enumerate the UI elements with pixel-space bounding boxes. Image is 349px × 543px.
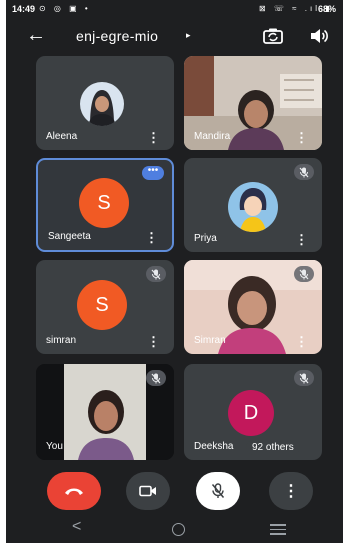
chevron-right-icon[interactable]: ▸ (186, 30, 191, 41)
avatar (228, 182, 278, 232)
more-vert-icon[interactable]: ⋮ (145, 231, 158, 244)
speaker-icon[interactable] (308, 26, 330, 46)
camera-toggle-button[interactable] (126, 472, 170, 510)
status-bar: 14:49 ⊙ ◎ ▣ • ⊠ ☏ ≈ .ıl ▮ 68% (6, 0, 343, 20)
participant-name: Mandira (194, 131, 231, 142)
participant-tile-priya[interactable]: Priya ⋮ (184, 158, 322, 252)
participant-name: Aleena (46, 131, 78, 142)
participant-tile-aleena[interactable]: Aleena ⋮ (36, 56, 174, 150)
mic-toggle-button[interactable] (196, 472, 240, 510)
avatar: S (79, 178, 129, 228)
more-options-button[interactable]: ⋮ (269, 472, 313, 510)
videocam-icon (139, 485, 156, 497)
status-time: 14:49 (12, 4, 36, 14)
more-vert-icon[interactable]: ⋮ (295, 233, 308, 246)
mic-off-icon (294, 164, 314, 180)
participant-name: Priya (194, 233, 217, 244)
participant-tile-you[interactable]: You (36, 364, 174, 460)
more-vert-icon[interactable]: ⋮ (147, 335, 160, 348)
avatar: S (77, 280, 127, 330)
avatar: D (228, 390, 274, 436)
participant-name: Deeksha (194, 441, 234, 452)
end-call-button[interactable] (47, 472, 101, 510)
end-call-icon (65, 488, 83, 495)
speaking-indicator-icon: ••• (142, 166, 164, 180)
notification-icons: ⊙ ◎ ▣ • (39, 4, 91, 13)
nav-back-icon[interactable]: < (72, 518, 81, 536)
participant-tile-simran-video[interactable]: Simran ⋮ (184, 260, 322, 354)
participant-tile-mandira[interactable]: Mandira ⋮ (184, 56, 322, 150)
call-controls: ⋮ (6, 472, 343, 512)
mic-off-icon (294, 370, 314, 386)
arrow-back-icon[interactable]: ← (26, 25, 46, 45)
mic-off-icon (146, 370, 166, 386)
participant-tile-simran[interactable]: S simran ⋮ (36, 260, 174, 354)
system-nav-bar: < (6, 516, 343, 543)
meeting-top-bar: ← enj-egre-mio ▸ (6, 22, 343, 52)
participant-name: simran (46, 335, 77, 346)
mic-off-icon (146, 266, 166, 282)
nav-home-icon[interactable] (172, 523, 185, 536)
phone-screen: 14:49 ⊙ ◎ ▣ • ⊠ ☏ ≈ .ıl ▮ 68% ← enj-egre… (6, 0, 343, 543)
avatar (80, 82, 124, 126)
participant-tile-deeksha[interactable]: D Deeksha 92 others (184, 364, 322, 460)
participant-name: Simran (194, 335, 226, 346)
participant-name: You (46, 441, 63, 452)
more-vert-icon[interactable]: ⋮ (147, 131, 160, 144)
participant-tile-sangeeta[interactable]: ••• S Sangeeta ⋮ (36, 158, 174, 252)
more-vert-icon[interactable]: ⋮ (295, 335, 308, 348)
switch-camera-icon[interactable] (262, 26, 284, 46)
meeting-code[interactable]: enj-egre-mio (76, 28, 158, 44)
mic-off-icon (211, 483, 225, 498)
participant-name: Sangeeta (48, 231, 91, 242)
nav-recents-icon[interactable] (270, 524, 286, 535)
more-vert-icon[interactable]: ⋮ (295, 131, 308, 144)
mic-off-icon (294, 266, 314, 282)
battery-level: 68% (318, 4, 337, 14)
others-count-badge[interactable]: 92 others (246, 440, 300, 455)
